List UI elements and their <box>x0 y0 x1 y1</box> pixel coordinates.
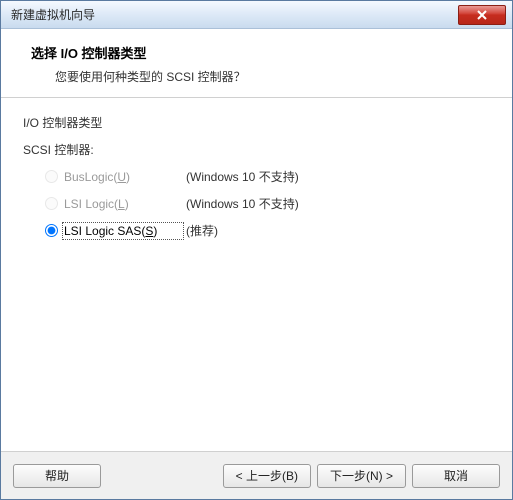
section-label: I/O 控制器类型 <box>23 114 490 131</box>
radio-note-buslogic: (Windows 10 不支持) <box>186 168 299 185</box>
radio-note-lsilogic: (Windows 10 不支持) <box>186 195 299 212</box>
radio-buslogic <box>45 170 58 183</box>
header-subtitle: 您要使用何种类型的 SCSI 控制器？ <box>55 68 492 85</box>
subsection-label: SCSI 控制器: <box>23 141 490 158</box>
radio-lsisas[interactable] <box>45 224 58 237</box>
wizard-header: 选择 I/O 控制器类型 您要使用何种类型的 SCSI 控制器？ <box>1 29 512 98</box>
radio-option-lsisas[interactable]: LSI Logic SAS(S) (推荐) <box>45 222 490 239</box>
cancel-button[interactable]: 取消 <box>412 464 500 488</box>
back-button[interactable]: < 上一步(B) <box>223 464 311 488</box>
help-button[interactable]: 帮助 <box>13 464 101 488</box>
titlebar: 新建虚拟机向导 <box>1 1 512 29</box>
wizard-footer: 帮助 < 上一步(B) 下一步(N) > 取消 <box>1 451 512 499</box>
close-icon <box>477 10 487 20</box>
next-button[interactable]: 下一步(N) > <box>317 464 406 488</box>
window-title: 新建虚拟机向导 <box>11 6 458 23</box>
radio-note-lsisas: (推荐) <box>186 222 218 239</box>
radio-option-buslogic: BusLogic(U) (Windows 10 不支持) <box>45 168 490 185</box>
close-button[interactable] <box>458 5 506 25</box>
radio-label-lsilogic: LSI Logic(L) <box>64 197 182 211</box>
header-title: 选择 I/O 控制器类型 <box>31 43 492 62</box>
radio-lsilogic <box>45 197 58 210</box>
radio-option-lsilogic: LSI Logic(L) (Windows 10 不支持) <box>45 195 490 212</box>
radio-label-lsisas[interactable]: LSI Logic SAS(S) <box>64 224 182 238</box>
wizard-window: 新建虚拟机向导 选择 I/O 控制器类型 您要使用何种类型的 SCSI 控制器？… <box>0 0 513 500</box>
wizard-content: I/O 控制器类型 SCSI 控制器: BusLogic(U) (Windows… <box>1 98 512 451</box>
radio-label-buslogic: BusLogic(U) <box>64 170 182 184</box>
